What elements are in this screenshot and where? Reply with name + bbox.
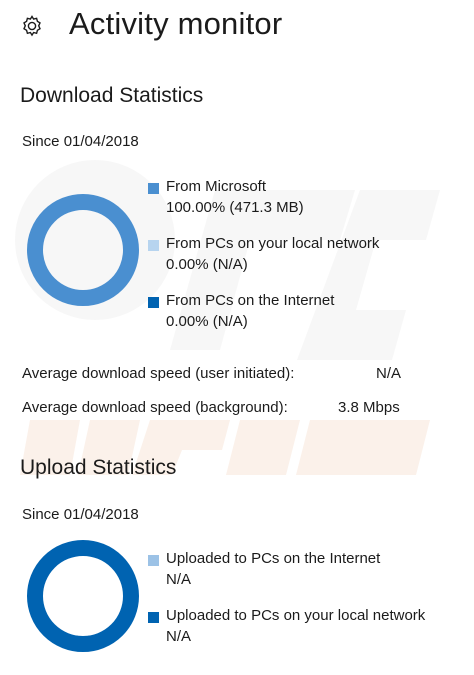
legend-label: From Microsoft: [166, 178, 267, 195]
avg-download-speed-user-label: Average download speed (user initiated):: [22, 365, 295, 382]
avg-download-speed-user-value: N/A: [376, 365, 402, 382]
download-legend: From Microsoft 100.00% (471.3 MB) From P…: [148, 176, 379, 332]
download-since-date: Since 01/04/2018: [22, 133, 139, 150]
legend-item-uploaded-local-network: Uploaded to PCs on your local network N/…: [148, 605, 425, 647]
legend-value: 100.00% (471.3 MB): [166, 199, 304, 216]
download-donut-chart: [27, 194, 139, 306]
avg-download-speed-background-label: Average download speed (background):: [22, 399, 288, 416]
legend-item-internet: From PCs on the Internet 0.00% (N/A): [148, 290, 379, 332]
upload-donut-chart: [27, 540, 139, 652]
legend-swatch: [148, 555, 159, 566]
legend-label: From PCs on your local network: [166, 235, 380, 252]
legend-item-local-network: From PCs on your local network 0.00% (N/…: [148, 233, 379, 275]
avg-download-speed-background-value: 3.8 Mbps: [338, 399, 400, 416]
legend-label: Uploaded to PCs on your local network: [166, 607, 426, 624]
legend-value: N/A: [166, 628, 192, 645]
legend-swatch: [148, 183, 159, 194]
gear-icon[interactable]: [20, 14, 44, 38]
upload-since-date: Since 01/04/2018: [22, 506, 139, 523]
download-statistics-heading: Download Statistics: [20, 84, 204, 107]
legend-label: Uploaded to PCs on the Internet: [166, 550, 381, 567]
legend-swatch: [148, 240, 159, 251]
legend-item-uploaded-internet: Uploaded to PCs on the Internet N/A: [148, 548, 425, 590]
upload-legend: Uploaded to PCs on the Internet N/A Uplo…: [148, 548, 425, 647]
legend-swatch: [148, 612, 159, 623]
upload-statistics-heading: Upload Statistics: [20, 456, 177, 479]
page-title: Activity monitor: [69, 6, 283, 41]
legend-item-from-microsoft: From Microsoft 100.00% (471.3 MB): [148, 176, 379, 218]
legend-value: 0.00% (N/A): [166, 256, 248, 273]
legend-label: From PCs on the Internet: [166, 292, 335, 309]
legend-value: N/A: [166, 571, 192, 588]
legend-swatch: [148, 297, 159, 308]
legend-value: 0.00% (N/A): [166, 313, 248, 330]
